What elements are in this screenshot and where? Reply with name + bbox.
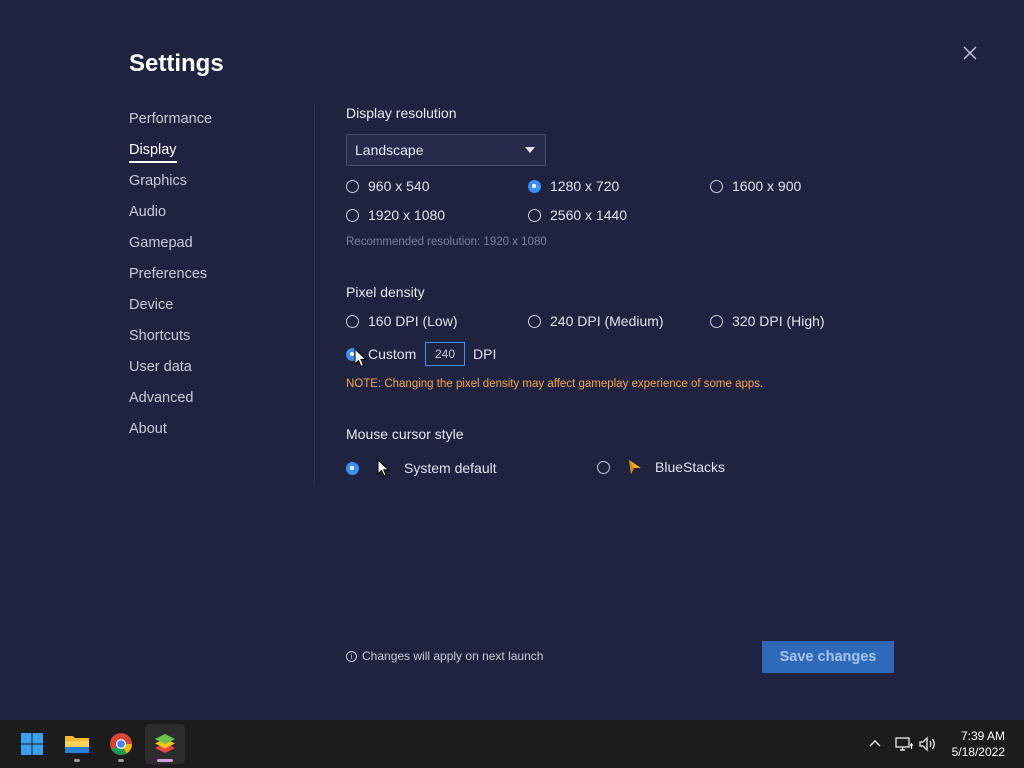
sidebar-item-label: Advanced (129, 390, 194, 406)
sidebar-nav: Performance Display Graphics Audio Gamep… (129, 109, 309, 450)
chevron-down-icon (525, 147, 535, 153)
sidebar-item-label: Preferences (129, 266, 208, 282)
bluestacks-cursor-icon (629, 460, 641, 474)
radio-label: 1920 x 1080 (368, 207, 446, 223)
radio-label: BlueStacks (655, 459, 726, 475)
sidebar-item-label: Display (129, 140, 177, 163)
recommended-resolution-hint: Recommended resolution: 1920 x 1080 (346, 236, 547, 248)
chrome-icon (110, 733, 132, 755)
radio-label: System default (404, 460, 497, 476)
sidebar-item-gamepad[interactable]: Gamepad (129, 233, 309, 264)
resolution-1600x900-radio[interactable]: 1600 x 900 (710, 178, 801, 194)
cursor-system-default-radio[interactable]: System default (346, 459, 497, 477)
radio-icon (710, 179, 723, 193)
radio-label: 960 x 540 (368, 178, 430, 194)
mouse-pointer-icon (354, 348, 368, 368)
radio-icon (346, 461, 359, 475)
system-clock[interactable]: 7:39 AM 5/18/2022 (952, 728, 1005, 760)
radio-icon (346, 314, 359, 328)
sidebar-item-user-data[interactable]: User data (129, 357, 309, 388)
taskbar: 7:39 AM 5/18/2022 (0, 720, 1024, 768)
active-indicator (157, 759, 173, 762)
file-explorer-button[interactable] (57, 724, 97, 764)
speaker-icon (919, 736, 935, 752)
dpi-320-radio[interactable]: 320 DPI (High) (710, 313, 825, 329)
sidebar-item-preferences[interactable]: Preferences (129, 264, 309, 295)
sidebar-divider (314, 104, 315, 484)
radio-icon (528, 179, 541, 193)
sidebar-item-label: About (129, 421, 167, 437)
resolution-1920x1080-radio[interactable]: 1920 x 1080 (346, 207, 445, 223)
sidebar-item-label: User data (129, 359, 192, 375)
sidebar-item-label: Shortcuts (129, 328, 191, 344)
radio-label: 1280 x 720 (550, 178, 620, 194)
settings-window: Settings Performance Display Graphics Au… (0, 0, 1024, 720)
radio-icon (597, 460, 610, 474)
pixel-density-note: NOTE: Changing the pixel density may aff… (346, 378, 764, 390)
pixel-density-label: Pixel density (346, 284, 425, 300)
close-icon (963, 46, 977, 60)
sidebar-item-performance[interactable]: Performance (129, 109, 309, 140)
volume-button[interactable] (918, 720, 938, 768)
dpi-240-radio[interactable]: 240 DPI (Medium) (528, 313, 664, 329)
footer-info: i Changes will apply on next launch (346, 649, 543, 663)
mouse-cursor-style-label: Mouse cursor style (346, 426, 464, 442)
sidebar-item-device[interactable]: Device (129, 295, 309, 326)
page-title: Settings (129, 50, 224, 77)
sidebar-item-advanced[interactable]: Advanced (129, 388, 309, 419)
sidebar-item-label: Audio (129, 204, 167, 220)
resolution-960x540-radio[interactable]: 960 x 540 (346, 178, 430, 194)
radio-icon (346, 179, 359, 193)
sidebar-item-label: Graphics (129, 173, 188, 189)
sidebar-item-label: Gamepad (129, 235, 193, 251)
sidebar-item-about[interactable]: About (129, 419, 309, 450)
sidebar-item-label: Device (129, 297, 174, 313)
sidebar-item-shortcuts[interactable]: Shortcuts (129, 326, 309, 357)
footer-info-text: Changes will apply on next launch (362, 649, 544, 663)
dpi-unit-label: DPI (473, 346, 497, 362)
resolution-1280x720-radio[interactable]: 1280 x 720 (528, 178, 619, 194)
bluestacks-button[interactable] (145, 724, 185, 764)
radio-icon (528, 208, 541, 222)
radio-icon (346, 208, 359, 222)
resolution-2560x1440-radio[interactable]: 2560 x 1440 (528, 207, 627, 223)
display-resolution-label: Display resolution (346, 105, 457, 121)
dpi-160-radio[interactable]: 160 DPI (Low) (346, 313, 457, 329)
chrome-button[interactable] (101, 724, 141, 764)
radio-icon (528, 314, 541, 328)
info-icon: i (346, 650, 357, 662)
radio-label: 2560 x 1440 (550, 207, 628, 223)
sidebar-item-display[interactable]: Display (129, 140, 309, 171)
sidebar-item-graphics[interactable]: Graphics (129, 171, 309, 202)
file-explorer-icon (65, 736, 89, 753)
cursor-bluestacks-radio[interactable]: BlueStacks (597, 459, 725, 475)
network-button[interactable] (894, 720, 914, 768)
running-indicator (118, 759, 124, 762)
custom-dpi-input[interactable] (425, 342, 465, 366)
close-button[interactable] (960, 43, 980, 63)
system-cursor-icon (377, 459, 390, 477)
radio-label: Custom (368, 346, 417, 362)
radio-icon (710, 314, 723, 328)
radio-label: 240 DPI (Medium) (550, 313, 664, 329)
sidebar-item-audio[interactable]: Audio (129, 202, 309, 233)
clock-date: 5/18/2022 (951, 745, 1005, 759)
clock-time: 7:39 AM (960, 729, 1005, 743)
save-changes-button[interactable]: Save changes (762, 641, 894, 673)
start-icon (21, 733, 43, 755)
start-button[interactable] (12, 724, 52, 764)
radio-label: 1600 x 900 (732, 178, 802, 194)
chevron-up-icon (869, 740, 881, 747)
bluestacks-icon (155, 734, 175, 753)
tray-overflow-button[interactable] (866, 720, 884, 768)
sidebar-item-label: Performance (129, 111, 213, 127)
radio-label: 160 DPI (Low) (368, 313, 458, 329)
network-icon (895, 737, 913, 751)
radio-label: 320 DPI (High) (732, 313, 825, 329)
running-indicator (74, 759, 80, 762)
orientation-value: Landscape (355, 142, 424, 158)
orientation-dropdown[interactable]: Landscape (346, 134, 546, 166)
